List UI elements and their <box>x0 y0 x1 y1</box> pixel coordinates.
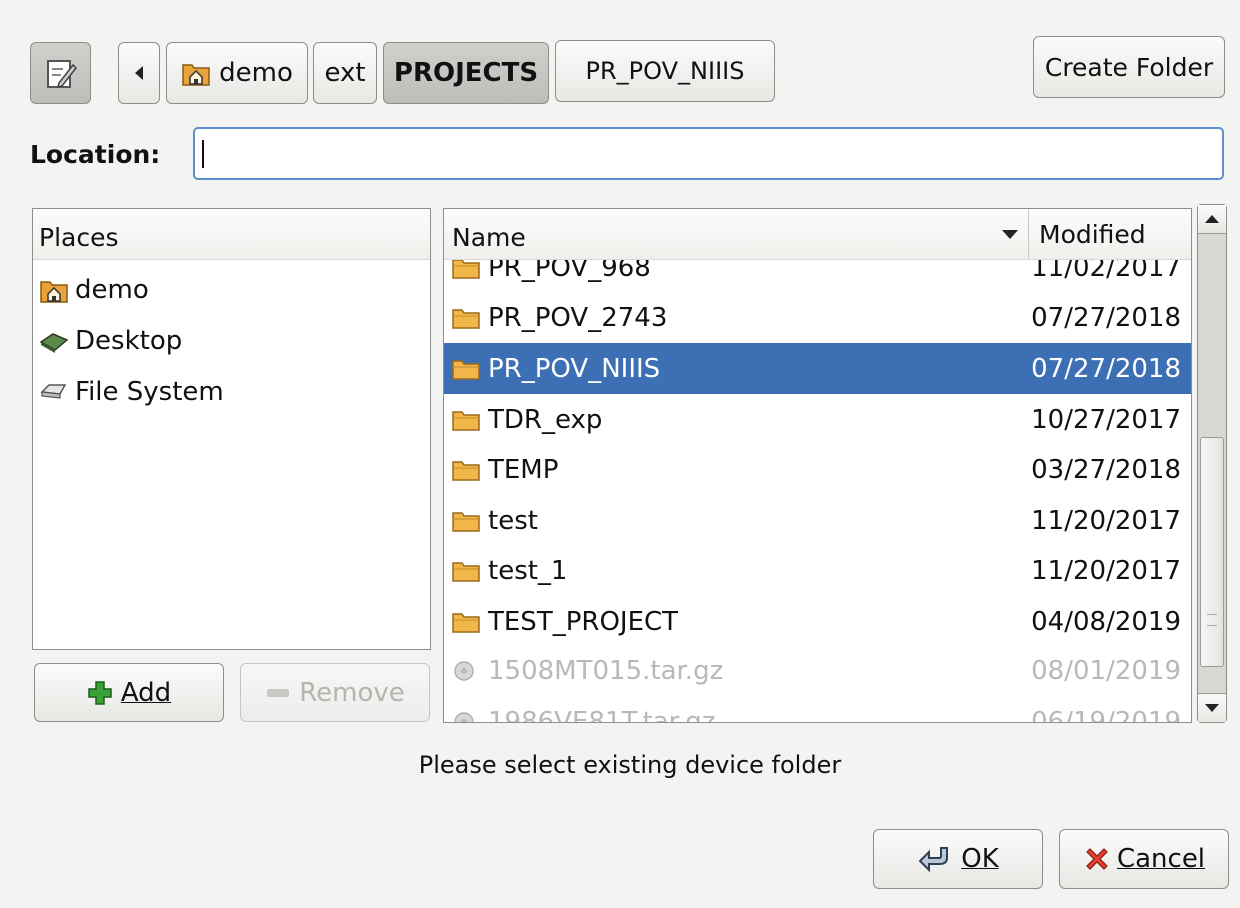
scroll-down-button[interactable] <box>1198 693 1226 722</box>
breadcrumb-pr-pov-niiis[interactable]: PR_POV_NIIIS <box>555 40 775 102</box>
text-cursor <box>202 140 204 168</box>
folder-icon <box>452 511 480 532</box>
create-folder-button[interactable]: Create Folder <box>1033 36 1225 98</box>
home-folder-icon <box>40 281 68 303</box>
file-row[interactable]: 1986VE81T.tar.gz 06/19/2019 <box>444 696 1191 723</box>
files-pane: Name Modified PR_POV_968 11/02/2017 PR_P… <box>443 208 1192 723</box>
location-label: Location: <box>30 140 161 169</box>
desktop-icon <box>39 333 69 353</box>
folder-icon <box>452 410 480 431</box>
drive-icon <box>40 384 67 399</box>
places-item-desktop[interactable]: Desktop <box>39 326 182 356</box>
file-row[interactable]: 1508MT015.tar.gz 08/01/2019 <box>444 645 1191 696</box>
file-modified: 11/20/2017 <box>1031 555 1181 586</box>
arrow-down-icon <box>1205 704 1219 712</box>
modified-column-header[interactable]: Modified <box>1029 209 1191 259</box>
ok-label: OK <box>961 844 999 874</box>
scroll-thumb[interactable] <box>1200 437 1224 667</box>
file-modified: 03/27/2018 <box>1031 454 1181 485</box>
file-name: 1986VE81T.tar.gz <box>488 706 716 723</box>
file-row[interactable]: TDR_exp 10/27/2017 <box>444 394 1191 445</box>
add-bookmark-button[interactable]: Add <box>34 663 224 722</box>
breadcrumb-label: PROJECTS <box>393 58 539 88</box>
file-name: TEST_PROJECT <box>488 606 679 637</box>
file-modified: 06/19/2019 <box>1031 706 1181 723</box>
places-item-file-system[interactable]: File System <box>39 377 224 407</box>
files-header: Name Modified <box>444 209 1191 260</box>
file-row[interactable]: test 11/20/2017 <box>444 495 1191 546</box>
files-scrollbar[interactable] <box>1197 204 1227 723</box>
archive-icon <box>454 660 474 681</box>
file-name: 1508MT015.tar.gz <box>488 655 724 686</box>
places-pane: Places demo Desktop File System <box>32 208 431 650</box>
type-location-toggle-button[interactable] <box>30 42 91 104</box>
remove-label: Remove <box>299 677 405 708</box>
name-header-label: Name <box>452 223 526 252</box>
breadcrumb-projects[interactable]: PROJECTS <box>383 42 549 104</box>
file-modified: 07/27/2018 <box>1031 353 1181 384</box>
home-folder-icon <box>182 64 210 86</box>
file-name: TEMP <box>488 454 559 485</box>
breadcrumb-label: ext <box>324 58 366 88</box>
folder-icon <box>452 612 480 633</box>
breadcrumb-back-button[interactable] <box>118 42 160 104</box>
file-name: TDR_exp <box>488 404 603 435</box>
minus-icon <box>267 688 290 697</box>
cancel-label: Cancel <box>1116 844 1206 874</box>
file-modified: 10/27/2017 <box>1031 404 1181 435</box>
file-name: PR_POV_2743 <box>488 302 668 333</box>
file-modified: 08/01/2019 <box>1031 655 1181 686</box>
file-row-selected[interactable]: PR_POV_NIIIS 07/27/2018 <box>444 343 1191 394</box>
folder-icon <box>452 561 480 582</box>
location-input[interactable] <box>193 127 1224 180</box>
plus-icon <box>88 680 112 705</box>
file-row[interactable]: TEST_PROJECT 04/08/2019 <box>444 596 1191 647</box>
folder-icon <box>452 359 480 380</box>
ok-button[interactable]: OK <box>873 829 1043 889</box>
status-message: Please select existing device folder <box>418 751 842 779</box>
file-name: test <box>488 505 538 536</box>
ok-arrow-icon <box>918 847 949 873</box>
name-column-header[interactable]: Name <box>444 209 1029 259</box>
file-modified: 04/08/2019 <box>1031 606 1181 637</box>
places-item-label: File System <box>75 377 224 407</box>
sort-descending-icon <box>1002 230 1018 239</box>
grip-icon <box>1207 614 1217 626</box>
modified-header-label: Modified <box>1039 220 1146 249</box>
places-header-label: Places <box>39 223 119 252</box>
places-item-label: Desktop <box>75 326 183 356</box>
remove-bookmark-button[interactable]: Remove <box>240 663 430 722</box>
breadcrumb-demo[interactable]: demo <box>166 42 308 104</box>
chevron-left-icon <box>135 66 143 80</box>
file-name: test_1 <box>488 555 568 586</box>
scroll-up-button[interactable] <box>1198 205 1226 234</box>
folder-icon <box>452 308 480 329</box>
breadcrumb-label: PR_POV_NIIIS <box>585 57 745 85</box>
file-modified: 07/27/2018 <box>1031 302 1181 333</box>
breadcrumb-label: demo <box>219 58 293 88</box>
pencil-note-icon <box>46 60 77 89</box>
arrow-up-icon <box>1205 215 1219 223</box>
file-name: PR_POV_NIIIS <box>488 353 661 384</box>
add-label: Add <box>120 677 172 708</box>
folder-icon <box>452 460 480 481</box>
cancel-x-icon <box>1086 848 1108 870</box>
create-folder-label: Create Folder <box>1044 52 1214 82</box>
cancel-button[interactable]: Cancel <box>1059 829 1229 889</box>
file-row[interactable]: TEMP 03/27/2018 <box>444 444 1191 495</box>
places-item-demo[interactable]: demo <box>39 275 149 305</box>
file-row[interactable]: test_1 11/20/2017 <box>444 545 1191 596</box>
places-header[interactable]: Places <box>33 209 430 260</box>
archive-icon <box>454 711 474 722</box>
places-item-label: demo <box>75 275 149 305</box>
file-modified: 11/20/2017 <box>1031 505 1181 536</box>
file-row[interactable]: PR_POV_2743 07/27/2018 <box>444 292 1191 343</box>
breadcrumb-ext[interactable]: ext <box>313 42 377 104</box>
